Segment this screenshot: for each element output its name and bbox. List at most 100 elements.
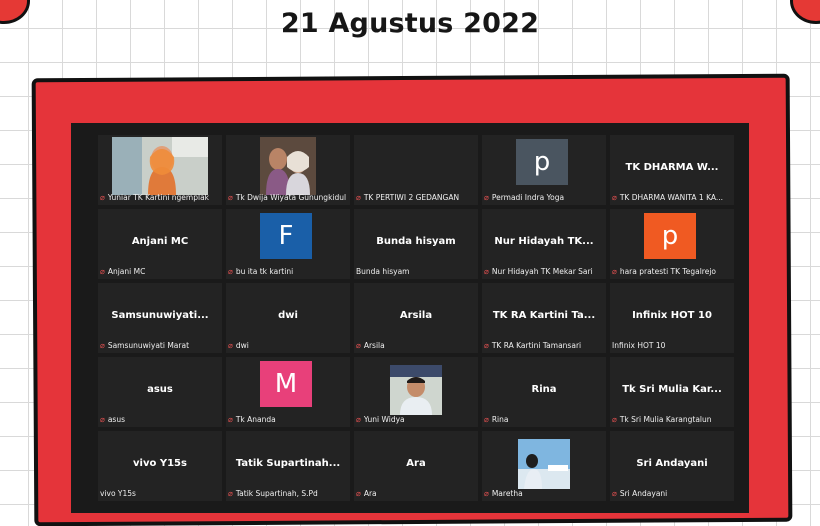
muted-mic-icon: ⌀ — [228, 415, 233, 424]
participant-label: ⌀ Ara — [356, 489, 476, 499]
participant-name: TK RA Kartini Tamansari — [491, 341, 582, 350]
participant-tile[interactable]: M ⌀ Tk Ananda — [226, 357, 350, 427]
participant-avatar: M — [260, 361, 312, 407]
participant-name: Yuni Widya — [363, 415, 405, 424]
participant-label: ⌀ Samsunuwiyati Marat — [100, 341, 220, 351]
participant-label: ⌀ Tatik Supartinah, S.Pd — [228, 489, 348, 499]
participant-name: Yuniar TK Kartini ngemplak — [107, 193, 210, 202]
muted-mic-icon: ⌀ — [356, 489, 361, 498]
participant-name: TK PERTIWI 2 GEDANGAN — [363, 193, 460, 202]
participant-name: Infinix HOT 10 — [612, 341, 666, 350]
muted-mic-icon: ⌀ — [100, 193, 105, 202]
muted-mic-icon: ⌀ — [356, 193, 361, 202]
participant-label: ⌀ Anjani MC — [100, 267, 220, 277]
participant-label: ⌀ TK DHARMA WANITA 1 KA... — [612, 193, 732, 203]
muted-mic-icon: ⌀ — [356, 415, 361, 424]
participant-name: Tatik Supartinah, S.Pd — [235, 489, 318, 498]
participant-label: ⌀ Maretha — [484, 489, 604, 499]
muted-mic-icon: ⌀ — [228, 489, 233, 498]
participant-display-name: Bunda hisyam — [376, 236, 456, 247]
participant-display-name: dwi — [278, 310, 298, 321]
participant-name: asus — [107, 415, 125, 424]
participant-display-name: vivo Y15s — [133, 458, 187, 469]
participant-display-name: Nur Hidayah TK... — [494, 236, 594, 247]
participant-name: Bunda hisyam — [356, 267, 410, 276]
participant-tile[interactable]: dwi ⌀ dwi — [226, 283, 350, 353]
muted-mic-icon: ⌀ — [228, 193, 233, 202]
participant-name: bu ita tk kartini — [235, 267, 294, 276]
participant-display-name: Samsunuwiyati... — [111, 310, 209, 321]
participant-video — [518, 439, 570, 489]
participant-display-name: Tatik Supartinah... — [235, 458, 341, 469]
muted-mic-icon: ⌀ — [612, 267, 617, 276]
participant-name: hara pratesti TK Tegalrejo — [619, 267, 717, 276]
participant-tile[interactable]: ⌀ TK PERTIWI 2 GEDANGAN — [354, 135, 478, 205]
participant-tile[interactable]: asus ⌀ asus — [98, 357, 222, 427]
participant-label: ⌀ bu ita tk kartini — [228, 267, 348, 277]
participant-tile[interactable]: Bunda hisyam Bunda hisyam — [354, 209, 478, 279]
participant-name: vivo Y15s — [100, 489, 136, 498]
participant-tile[interactable]: F ⌀ bu ita tk kartini — [226, 209, 350, 279]
participant-display-name: asus — [147, 384, 173, 395]
muted-mic-icon: ⌀ — [484, 193, 489, 202]
participant-label: Bunda hisyam — [356, 267, 476, 277]
participant-tile[interactable]: Sri Andayani ⌀ Sri Andayani — [610, 431, 734, 501]
participant-avatar: p — [644, 213, 696, 259]
participant-tile[interactable]: vivo Y15s vivo Y15s — [98, 431, 222, 501]
participant-name: Nur Hidayah TK Mekar Sari — [491, 267, 593, 276]
participant-tile[interactable]: Arsila ⌀ Arsila — [354, 283, 478, 353]
participant-tile[interactable]: p ⌀ hara pratesti TK Tegalrejo — [610, 209, 734, 279]
participant-tile[interactable]: Tk Sri Mulia Kar... ⌀ Tk Sri Mulia Karangt… — [610, 357, 734, 427]
participant-name: Maretha — [491, 489, 523, 498]
participant-tile[interactable]: TK RA Kartini Ta... ⌀ TK RA Kartini Tamans… — [482, 283, 606, 353]
participant-video — [112, 137, 208, 195]
participant-label: ⌀ Permadi Indra Yoga — [484, 193, 604, 203]
participant-name: Anjani MC — [107, 267, 146, 276]
participant-name: Permadi Indra Yoga — [491, 193, 565, 202]
participant-display-name: Infinix HOT 10 — [632, 310, 712, 321]
participant-tile[interactable]: ⌀ Yuni Widya — [354, 357, 478, 427]
muted-mic-icon: ⌀ — [484, 489, 489, 498]
participant-label: ⌀ Rina — [484, 415, 604, 425]
participant-name: Tk Sri Mulia Karangtalun — [619, 415, 712, 424]
participant-display-name: Sri Andayani — [636, 458, 708, 469]
participant-tile[interactable]: Ara ⌀ Ara — [354, 431, 478, 501]
participant-label: ⌀ Tk Dwija Wiyata Gunungkidul — [228, 193, 348, 203]
participant-label: ⌀ Yuniar TK Kartini ngemplak — [100, 193, 220, 203]
participant-label: ⌀ hara pratesti TK Tegalrejo — [612, 267, 732, 277]
muted-mic-icon: ⌀ — [100, 415, 105, 424]
participant-display-name: Rina — [531, 384, 557, 395]
participant-label: ⌀ dwi — [228, 341, 348, 351]
participant-video — [260, 137, 316, 195]
participant-tile[interactable]: ⌀ Maretha — [482, 431, 606, 501]
muted-mic-icon: ⌀ — [228, 341, 233, 350]
participant-tile[interactable]: Rina ⌀ Rina — [482, 357, 606, 427]
participant-label: ⌀ Tk Ananda — [228, 415, 348, 425]
participant-tile[interactable]: Anjani MC ⌀ Anjani MC — [98, 209, 222, 279]
participant-tile[interactable]: p ⌀ Permadi Indra Yoga — [482, 135, 606, 205]
muted-mic-icon: ⌀ — [100, 267, 105, 276]
participant-label: Infinix HOT 10 — [612, 341, 732, 351]
participant-label: ⌀ Tk Sri Mulia Karangtalun — [612, 415, 732, 425]
muted-mic-icon: ⌀ — [228, 267, 233, 276]
participant-label: ⌀ Arsila — [356, 341, 476, 351]
participant-tile[interactable]: Samsunuwiyati... ⌀ Samsunuwiyati Marat — [98, 283, 222, 353]
participant-name: dwi — [235, 341, 249, 350]
muted-mic-icon: ⌀ — [484, 415, 489, 424]
participant-label: ⌀ TK PERTIWI 2 GEDANGAN — [356, 193, 476, 203]
participant-tile[interactable]: Nur Hidayah TK... ⌀ Nur Hidayah TK Mekar S… — [482, 209, 606, 279]
participant-display-name: TK DHARMA W... — [625, 162, 719, 173]
participant-label: vivo Y15s — [100, 489, 220, 499]
participant-tile[interactable]: Tatik Supartinah... ⌀ Tatik Supartinah, S.… — [226, 431, 350, 501]
participant-label: ⌀ TK RA Kartini Tamansari — [484, 341, 604, 351]
participant-tile[interactable]: ⌀ Yuniar TK Kartini ngemplak — [98, 135, 222, 205]
participant-tile[interactable]: ⌀ Tk Dwija Wiyata Gunungkidul — [226, 135, 350, 205]
participant-name: TK DHARMA WANITA 1 KA... — [619, 193, 724, 202]
muted-mic-icon: ⌀ — [484, 267, 489, 276]
participant-display-name: Tk Sri Mulia Kar... — [622, 384, 722, 395]
participant-name: Samsunuwiyati Marat — [107, 341, 190, 350]
participant-name: Arsila — [363, 341, 385, 350]
participant-tile[interactable]: Infinix HOT 10 Infinix HOT 10 — [610, 283, 734, 353]
participant-tile[interactable]: TK DHARMA W... ⌀ TK DHARMA WANITA 1 KA... — [610, 135, 734, 205]
participant-display-name: Arsila — [399, 310, 433, 321]
